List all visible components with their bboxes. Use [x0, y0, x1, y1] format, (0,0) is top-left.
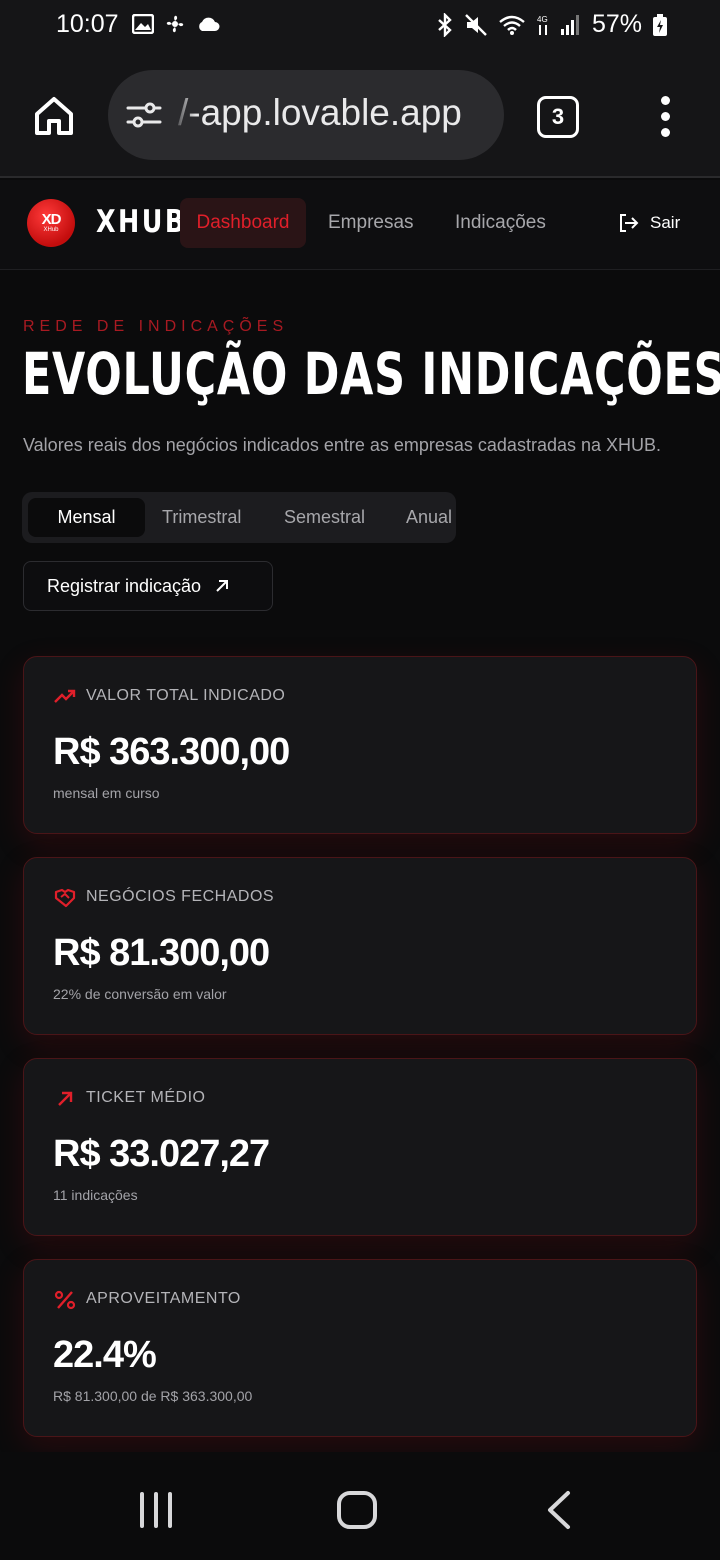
- tab-trimestral[interactable]: Trimestral: [162, 498, 241, 537]
- card-value: R$ 363.300,00: [53, 731, 290, 773]
- card-label: NEGÓCIOS FECHADOS: [86, 888, 275, 905]
- card-caption: 22% de conversão em valor: [53, 986, 227, 1002]
- card-caption: R$ 81.300,00 de R$ 363.300,00: [53, 1388, 253, 1404]
- browser-toolbar: /-app.lovable.app 3: [0, 52, 720, 178]
- card-caption: 11 indicações: [53, 1187, 138, 1203]
- card-label: APROVEITAMENTO: [86, 1290, 241, 1307]
- home-icon[interactable]: [32, 94, 76, 138]
- more-menu-icon[interactable]: [656, 96, 674, 140]
- logo-subtext: XHub: [43, 226, 59, 233]
- card-caption: mensal em curso: [53, 785, 160, 801]
- home-nav-icon[interactable]: [336, 1490, 378, 1530]
- url-fade: [172, 70, 196, 160]
- back-icon[interactable]: [544, 1490, 574, 1530]
- page-title: EVOLUÇÃO DAS INDICAÇÕES: [22, 340, 720, 408]
- nav-indicacoes[interactable]: Indicações: [455, 198, 546, 248]
- recent-apps-icon[interactable]: [136, 1490, 176, 1530]
- address-bar[interactable]: /-app.lovable.app: [108, 70, 504, 160]
- arrow-up-right-icon: [216, 580, 229, 592]
- status-bar: 10:07 4G 57%: [0, 0, 720, 52]
- fan-icon: [166, 15, 184, 33]
- card-value: R$ 33.027,27: [53, 1133, 270, 1175]
- section-eyebrow: REDE DE INDICAÇÕES: [23, 318, 289, 335]
- percent-icon: [54, 1290, 76, 1310]
- trending-up-icon: [54, 689, 76, 703]
- tab-switcher-button[interactable]: 3: [537, 96, 579, 138]
- card-value: 22.4%: [53, 1334, 157, 1376]
- signal-icon: [560, 14, 579, 35]
- system-icons: 4G 57%: [436, 10, 668, 39]
- kpi-card-closed-deals: NEGÓCIOS FECHADOS R$ 81.300,00 22% de co…: [23, 857, 697, 1035]
- 4g-icon: 4G: [537, 15, 548, 35]
- wifi-icon: [499, 15, 525, 35]
- card-label: VALOR TOTAL INDICADO: [86, 687, 286, 704]
- kpi-card-total: VALOR TOTAL INDICADO R$ 363.300,00 mensa…: [23, 656, 697, 834]
- logo[interactable]: XD XHub: [27, 199, 75, 247]
- period-tabs: Mensal Trimestral Semestral Anual: [22, 492, 456, 543]
- bluetooth-icon: [438, 12, 452, 37]
- battery-icon: [653, 13, 667, 36]
- handshake-icon: [54, 888, 76, 908]
- register-referral-button[interactable]: Registrar indicação: [23, 561, 273, 611]
- clock: 10:07: [56, 10, 119, 38]
- page-subtitle: Valores reais dos negócios indicados ent…: [23, 435, 662, 455]
- site-settings-icon[interactable]: [126, 100, 162, 130]
- image-icon: [132, 14, 154, 34]
- battery-percent: 57%: [591, 10, 642, 38]
- nav-dashboard[interactable]: Dashboard: [180, 198, 306, 248]
- logo-mark: XD: [41, 210, 62, 228]
- svg-text:4G: 4G: [537, 15, 548, 24]
- tab-mensal[interactable]: Mensal: [28, 498, 145, 537]
- logout-label: Sair: [650, 213, 681, 232]
- card-value: R$ 81.300,00: [53, 932, 270, 974]
- mute-icon: [465, 13, 487, 36]
- url-text: /-app.lovable.app: [178, 92, 462, 133]
- notification-icons: [132, 13, 220, 35]
- system-navigation-bar: [0, 1452, 720, 1560]
- cloud-icon: [199, 17, 220, 31]
- kpi-card-average-ticket: TICKET MÉDIO R$ 33.027,27 11 indicações: [23, 1058, 697, 1236]
- arrow-up-right-icon: [58, 1091, 73, 1106]
- kpi-card-conversion: APROVEITAMENTO 22.4% R$ 81.300,00 de R$ …: [23, 1259, 697, 1437]
- app-header: XD XHub XHUB Dashboard Empresas Indicaçõ…: [0, 180, 720, 270]
- tab-semestral[interactable]: Semestral: [284, 498, 365, 537]
- tab-anual[interactable]: Anual: [406, 498, 452, 537]
- logout-icon: [620, 214, 639, 232]
- brand-name: XHUB: [96, 204, 187, 240]
- card-label: TICKET MÉDIO: [86, 1089, 206, 1106]
- nav-empresas[interactable]: Empresas: [328, 198, 414, 248]
- register-referral-label: Registrar indicação: [47, 575, 202, 596]
- logout-button[interactable]: Sair: [618, 213, 680, 233]
